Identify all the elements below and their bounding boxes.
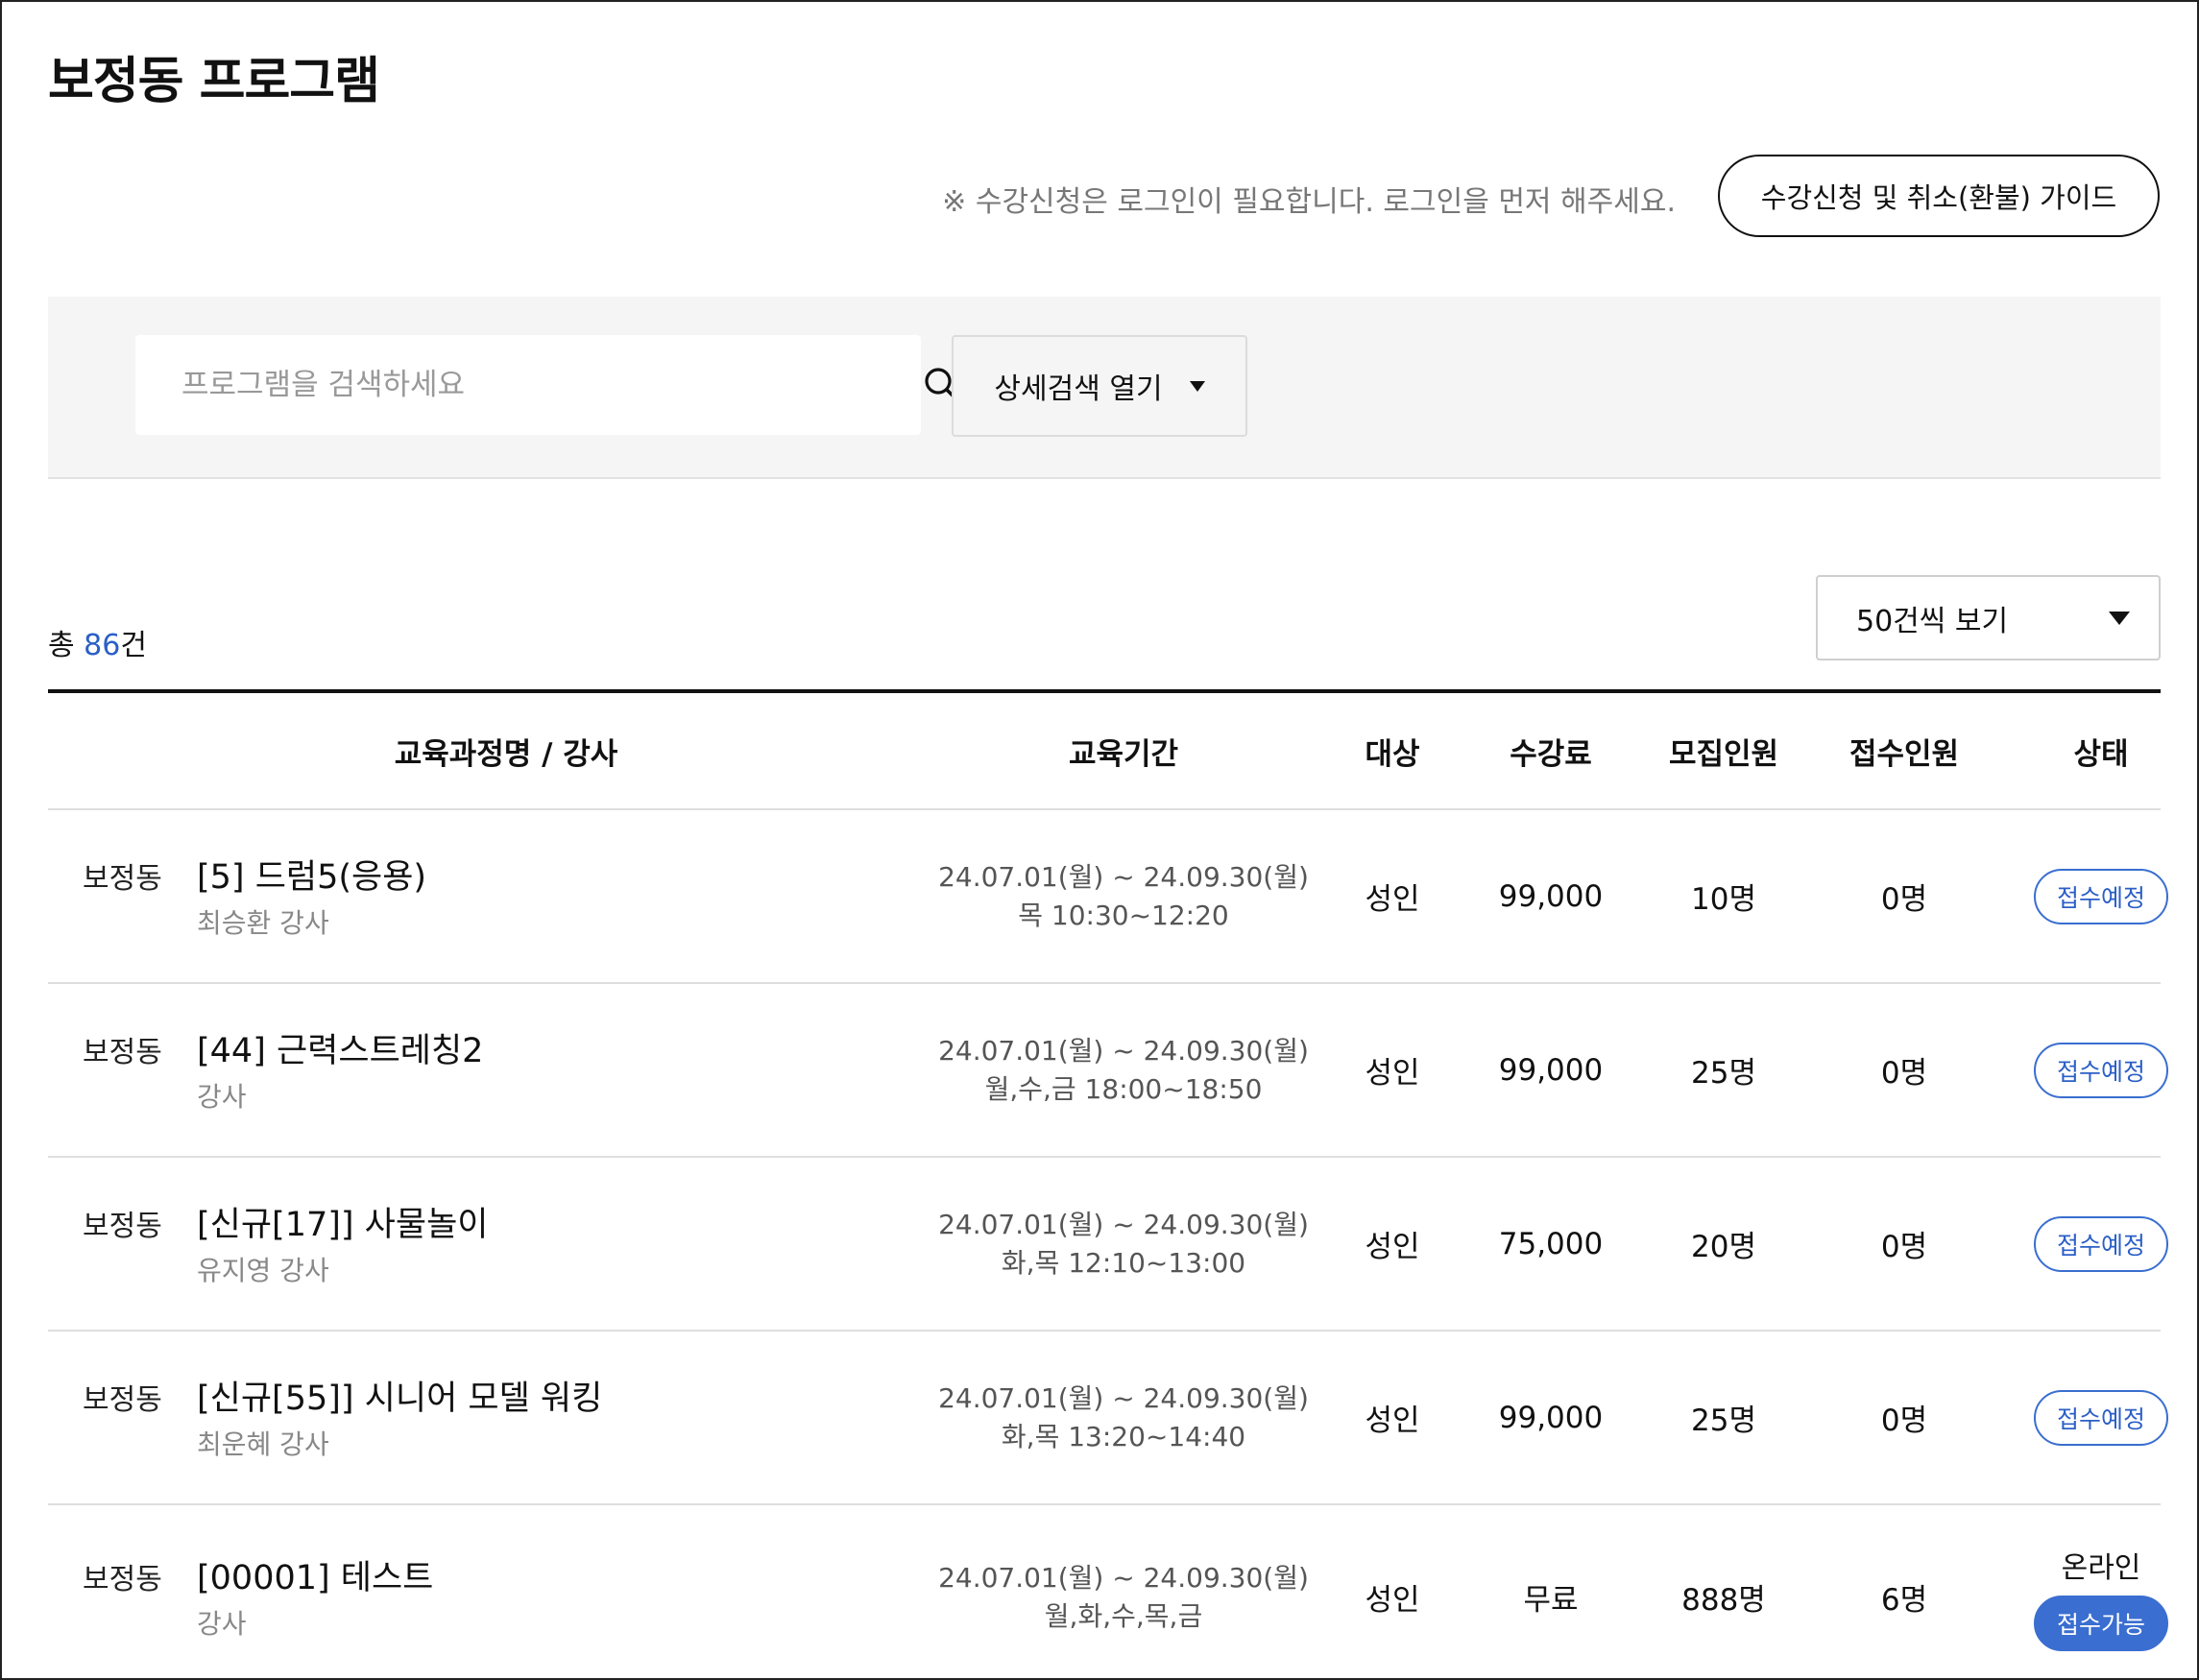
table-header: 교육과정명 / 강사 교육기간 대상 수강료 모집인원 접수인원 상태 xyxy=(48,693,2161,810)
table-row[interactable]: 보정동 [5] 드럼5(응용) 최승환 강사 24.07.01(월) ~ 24.… xyxy=(48,810,2168,984)
row-status: 접수예정 xyxy=(1970,1332,2197,1503)
header-status: 상태 xyxy=(2073,736,2129,772)
detail-search-label: 상세검색 열기 xyxy=(994,372,1163,406)
status-badge[interactable]: 접수가능 xyxy=(2034,1595,2168,1651)
total-number: 86 xyxy=(84,629,121,662)
row-teacher: 강사 xyxy=(197,1608,247,1640)
row-teacher: 최승환 강사 xyxy=(197,907,329,939)
search-panel: 상세검색 열기 xyxy=(48,297,2161,479)
row-title[interactable]: [신규[55]] 시니어 모델 워킹 xyxy=(197,1371,602,1420)
total-count: 총 86건 xyxy=(48,621,147,663)
row-location: 보정동 xyxy=(83,1036,162,1069)
row-teacher: 강사 xyxy=(197,1081,247,1113)
status-badge[interactable]: 접수예정 xyxy=(2034,1389,2168,1446)
table-row[interactable]: 보정동 [신규[55]] 시니어 모델 워킹 최운혜 강사 24.07.01(월… xyxy=(48,1332,2168,1505)
row-title[interactable]: [00001] 테스트 xyxy=(197,1550,433,1599)
search-box xyxy=(135,335,958,435)
row-teacher: 유지영 강사 xyxy=(197,1255,329,1286)
chevron-down-icon xyxy=(2109,611,2130,625)
total-suffix: 건 xyxy=(120,629,147,662)
row-teacher: 최운혜 강사 xyxy=(197,1428,329,1460)
program-table: 교육과정명 / 강사 교육기간 대상 수강료 모집인원 접수인원 상태 보정동 … xyxy=(48,689,2168,1677)
enrollment-guide-button[interactable]: 수강신청 및 취소(환불) 가이드 xyxy=(1718,155,2160,237)
row-location: 보정동 xyxy=(83,862,162,896)
status-badge[interactable]: 접수예정 xyxy=(2034,868,2168,924)
page-frame: 보정동 프로그램 ※ 수강신청은 로그인이 필요합니다. 로그인을 먼저 해주세… xyxy=(0,0,2199,1680)
table-row[interactable]: 보정동 [44] 근력스트레칭2 강사 24.07.01(월) ~ 24.09.… xyxy=(48,984,2168,1158)
header-course: 교육과정명 / 강사 xyxy=(394,736,618,772)
row-title[interactable]: [신규[17]] 사물놀이 xyxy=(197,1197,488,1246)
login-notice: ※ 수강신청은 로그인이 필요합니다. 로그인을 먼저 해주세요. xyxy=(942,185,1676,219)
table-row[interactable]: 보정동 [신규[17]] 사물놀이 유지영 강사 24.07.01(월) ~ 2… xyxy=(48,1158,2168,1332)
row-location: 보정동 xyxy=(83,1383,162,1417)
status-mode: 온라인 xyxy=(2061,1550,2141,1585)
page-size-label: 50건씩 보기 xyxy=(1856,604,2009,638)
row-location: 보정동 xyxy=(83,1210,162,1243)
row-status: 접수예정 xyxy=(1970,1158,2197,1330)
status-badge[interactable]: 접수예정 xyxy=(2034,1042,2168,1098)
row-status: 접수예정 xyxy=(1970,984,2197,1156)
row-title[interactable]: [44] 근력스트레칭2 xyxy=(197,1023,483,1072)
triangle-down-icon xyxy=(1189,380,1205,392)
row-title[interactable]: [5] 드럼5(응용) xyxy=(197,850,426,899)
status-badge[interactable]: 접수예정 xyxy=(2034,1215,2168,1272)
table-row[interactable]: 보정동 [00001] 테스트 강사 24.07.01(월) ~ 24.09.3… xyxy=(48,1505,2168,1677)
detail-search-toggle[interactable]: 상세검색 열기 xyxy=(952,335,1247,437)
row-status: 접수예정 xyxy=(1970,810,2197,982)
total-prefix: 총 xyxy=(48,629,85,662)
search-input[interactable] xyxy=(135,335,808,435)
row-status: 온라인 접수가능 xyxy=(1970,1511,2197,1678)
row-location: 보정동 xyxy=(83,1563,162,1596)
page-title: 보정동 프로그램 xyxy=(48,53,380,110)
page-size-select[interactable]: 50건씩 보기 xyxy=(1816,575,2161,660)
